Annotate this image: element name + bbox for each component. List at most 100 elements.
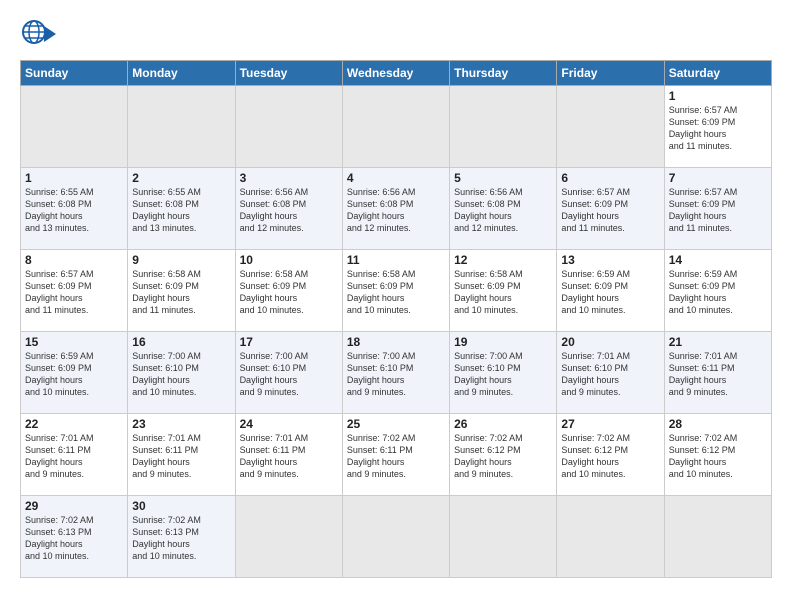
logo-icon [20, 16, 56, 52]
day-info: Sunrise: 7:00 AMSunset: 6:10 PMDaylight … [240, 350, 338, 399]
day-number: 4 [347, 171, 445, 185]
day-info: Sunrise: 7:02 AMSunset: 6:12 PMDaylight … [454, 432, 552, 481]
col-header-monday: Monday [128, 61, 235, 86]
day-number: 9 [132, 253, 230, 267]
day-info: Sunrise: 6:57 AMSunset: 6:09 PMDaylight … [669, 104, 767, 153]
day-cell [450, 86, 557, 168]
day-cell: 15 Sunrise: 6:59 AMSunset: 6:09 PMDaylig… [21, 332, 128, 414]
day-info: Sunrise: 6:56 AMSunset: 6:08 PMDaylight … [347, 186, 445, 235]
day-info: Sunrise: 6:59 AMSunset: 6:09 PMDaylight … [669, 268, 767, 317]
day-cell: 28 Sunrise: 7:02 AMSunset: 6:12 PMDaylig… [664, 414, 771, 496]
day-info: Sunrise: 7:01 AMSunset: 6:11 PMDaylight … [132, 432, 230, 481]
page: SundayMondayTuesdayWednesdayThursdayFrid… [0, 0, 792, 612]
day-number: 18 [347, 335, 445, 349]
day-cell [21, 86, 128, 168]
day-cell: 24 Sunrise: 7:01 AMSunset: 6:11 PMDaylig… [235, 414, 342, 496]
day-cell: 22 Sunrise: 7:01 AMSunset: 6:11 PMDaylig… [21, 414, 128, 496]
day-cell: 14 Sunrise: 6:59 AMSunset: 6:09 PMDaylig… [664, 250, 771, 332]
day-info: Sunrise: 6:57 AMSunset: 6:09 PMDaylight … [561, 186, 659, 235]
week-row-6: 29 Sunrise: 7:02 AMSunset: 6:13 PMDaylig… [21, 496, 772, 578]
day-cell: 18 Sunrise: 7:00 AMSunset: 6:10 PMDaylig… [342, 332, 449, 414]
day-cell [557, 86, 664, 168]
day-info: Sunrise: 7:02 AMSunset: 6:12 PMDaylight … [561, 432, 659, 481]
day-number: 8 [25, 253, 123, 267]
day-info: Sunrise: 6:58 AMSunset: 6:09 PMDaylight … [454, 268, 552, 317]
day-cell: 1 Sunrise: 6:57 AMSunset: 6:09 PMDayligh… [664, 86, 771, 168]
day-info: Sunrise: 7:00 AMSunset: 6:10 PMDaylight … [347, 350, 445, 399]
day-number: 2 [132, 171, 230, 185]
day-number: 6 [561, 171, 659, 185]
day-number: 21 [669, 335, 767, 349]
day-cell: 23 Sunrise: 7:01 AMSunset: 6:11 PMDaylig… [128, 414, 235, 496]
day-number: 27 [561, 417, 659, 431]
day-cell: 11 Sunrise: 6:58 AMSunset: 6:09 PMDaylig… [342, 250, 449, 332]
day-cell: 20 Sunrise: 7:01 AMSunset: 6:10 PMDaylig… [557, 332, 664, 414]
day-number: 1 [25, 171, 123, 185]
day-number: 14 [669, 253, 767, 267]
day-cell: 30 Sunrise: 7:02 AMSunset: 6:13 PMDaylig… [128, 496, 235, 578]
day-cell: 6 Sunrise: 6:57 AMSunset: 6:09 PMDayligh… [557, 168, 664, 250]
day-number: 1 [669, 89, 767, 103]
day-cell: 3 Sunrise: 6:56 AMSunset: 6:08 PMDayligh… [235, 168, 342, 250]
day-number: 5 [454, 171, 552, 185]
day-info: Sunrise: 7:01 AMSunset: 6:11 PMDaylight … [25, 432, 123, 481]
day-number: 28 [669, 417, 767, 431]
day-cell [557, 496, 664, 578]
day-cell: 1 Sunrise: 6:55 AMSunset: 6:08 PMDayligh… [21, 168, 128, 250]
day-number: 29 [25, 499, 123, 513]
day-cell [128, 86, 235, 168]
day-number: 15 [25, 335, 123, 349]
day-cell: 4 Sunrise: 6:56 AMSunset: 6:08 PMDayligh… [342, 168, 449, 250]
day-number: 23 [132, 417, 230, 431]
header [20, 16, 772, 52]
day-number: 24 [240, 417, 338, 431]
day-number: 10 [240, 253, 338, 267]
week-row-4: 15 Sunrise: 6:59 AMSunset: 6:09 PMDaylig… [21, 332, 772, 414]
day-info: Sunrise: 6:58 AMSunset: 6:09 PMDaylight … [347, 268, 445, 317]
week-row-5: 22 Sunrise: 7:01 AMSunset: 6:11 PMDaylig… [21, 414, 772, 496]
day-cell: 26 Sunrise: 7:02 AMSunset: 6:12 PMDaylig… [450, 414, 557, 496]
day-cell: 2 Sunrise: 6:55 AMSunset: 6:08 PMDayligh… [128, 168, 235, 250]
day-cell: 12 Sunrise: 6:58 AMSunset: 6:09 PMDaylig… [450, 250, 557, 332]
day-number: 26 [454, 417, 552, 431]
day-cell: 5 Sunrise: 6:56 AMSunset: 6:08 PMDayligh… [450, 168, 557, 250]
day-cell [342, 496, 449, 578]
day-number: 30 [132, 499, 230, 513]
col-header-friday: Friday [557, 61, 664, 86]
day-info: Sunrise: 7:00 AMSunset: 6:10 PMDaylight … [454, 350, 552, 399]
day-info: Sunrise: 6:57 AMSunset: 6:09 PMDaylight … [669, 186, 767, 235]
day-info: Sunrise: 6:56 AMSunset: 6:08 PMDaylight … [240, 186, 338, 235]
day-cell [235, 86, 342, 168]
day-info: Sunrise: 7:01 AMSunset: 6:10 PMDaylight … [561, 350, 659, 399]
day-cell: 27 Sunrise: 7:02 AMSunset: 6:12 PMDaylig… [557, 414, 664, 496]
day-info: Sunrise: 6:58 AMSunset: 6:09 PMDaylight … [240, 268, 338, 317]
day-number: 19 [454, 335, 552, 349]
day-cell: 19 Sunrise: 7:00 AMSunset: 6:10 PMDaylig… [450, 332, 557, 414]
day-info: Sunrise: 7:02 AMSunset: 6:13 PMDaylight … [25, 514, 123, 563]
day-info: Sunrise: 7:00 AMSunset: 6:10 PMDaylight … [132, 350, 230, 399]
day-number: 16 [132, 335, 230, 349]
day-info: Sunrise: 6:55 AMSunset: 6:08 PMDaylight … [25, 186, 123, 235]
week-row-3: 8 Sunrise: 6:57 AMSunset: 6:09 PMDayligh… [21, 250, 772, 332]
calendar-table: SundayMondayTuesdayWednesdayThursdayFrid… [20, 60, 772, 578]
week-row-2: 1 Sunrise: 6:55 AMSunset: 6:08 PMDayligh… [21, 168, 772, 250]
day-cell: 16 Sunrise: 7:00 AMSunset: 6:10 PMDaylig… [128, 332, 235, 414]
day-info: Sunrise: 6:58 AMSunset: 6:09 PMDaylight … [132, 268, 230, 317]
day-number: 11 [347, 253, 445, 267]
day-info: Sunrise: 7:02 AMSunset: 6:13 PMDaylight … [132, 514, 230, 563]
day-info: Sunrise: 6:59 AMSunset: 6:09 PMDaylight … [561, 268, 659, 317]
col-header-thursday: Thursday [450, 61, 557, 86]
day-cell [342, 86, 449, 168]
day-number: 20 [561, 335, 659, 349]
day-number: 13 [561, 253, 659, 267]
day-cell: 13 Sunrise: 6:59 AMSunset: 6:09 PMDaylig… [557, 250, 664, 332]
day-info: Sunrise: 6:56 AMSunset: 6:08 PMDaylight … [454, 186, 552, 235]
header-row: SundayMondayTuesdayWednesdayThursdayFrid… [21, 61, 772, 86]
day-cell [235, 496, 342, 578]
col-header-wednesday: Wednesday [342, 61, 449, 86]
col-header-tuesday: Tuesday [235, 61, 342, 86]
day-cell: 29 Sunrise: 7:02 AMSunset: 6:13 PMDaylig… [21, 496, 128, 578]
col-header-sunday: Sunday [21, 61, 128, 86]
day-info: Sunrise: 6:59 AMSunset: 6:09 PMDaylight … [25, 350, 123, 399]
day-info: Sunrise: 7:02 AMSunset: 6:11 PMDaylight … [347, 432, 445, 481]
